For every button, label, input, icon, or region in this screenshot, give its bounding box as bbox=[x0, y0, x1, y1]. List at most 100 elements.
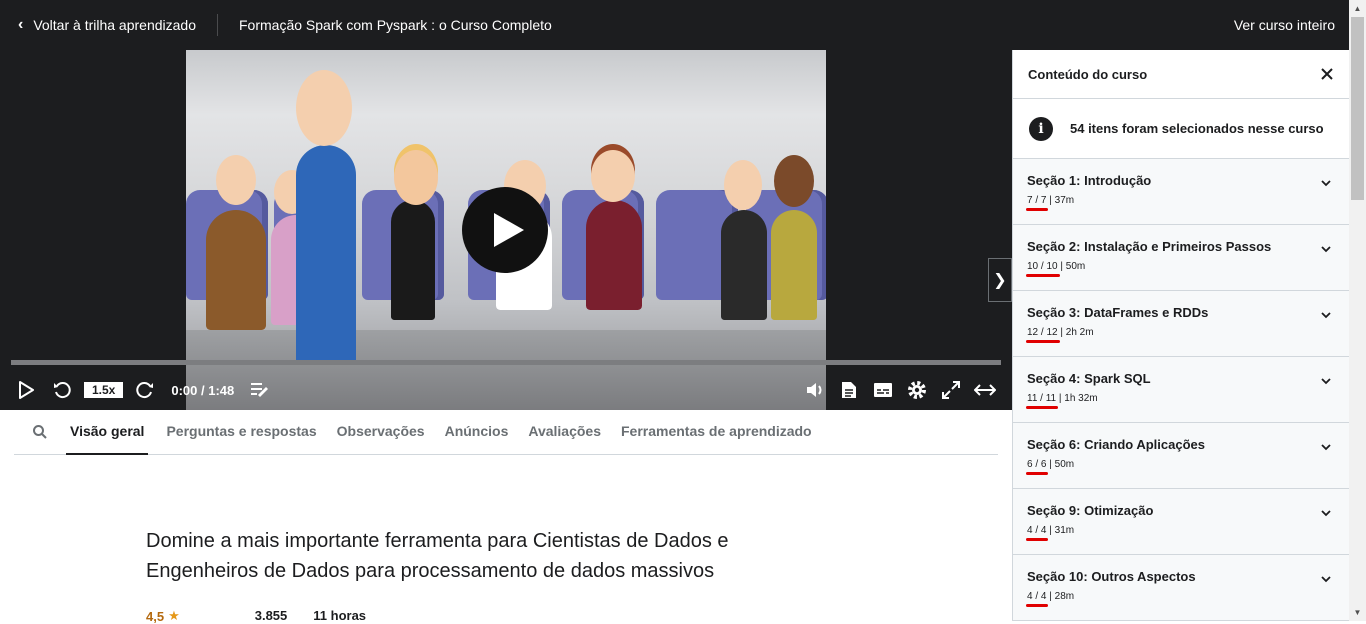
section-progress: 7 / 7 bbox=[1025, 195, 1049, 211]
course-stats: 4,5 ★ 3.855 11 horas bbox=[146, 608, 546, 624]
expand-horizontal-icon bbox=[974, 384, 996, 396]
star-icon: ★ bbox=[168, 608, 180, 623]
section-meta: 10 / 10 | 50m bbox=[1026, 261, 1335, 277]
sidebar-title: Conteúdo do curso bbox=[1028, 66, 1148, 82]
chevron-left-icon: ‹ bbox=[18, 16, 24, 33]
tab-learning-tools[interactable]: Ferramentas de aprendizado bbox=[611, 410, 822, 455]
section-duration: | 31m bbox=[1049, 525, 1075, 536]
video-player[interactable]: ❯ 1.5x 0:00 / 1:48 bbox=[0, 50, 1012, 410]
chevron-down-icon bbox=[1321, 506, 1331, 520]
section-title: Seção 4: Spark SQL bbox=[1027, 371, 1151, 386]
captions-button[interactable] bbox=[870, 375, 896, 405]
chevron-down-icon bbox=[1321, 308, 1331, 322]
section-meta: 4 / 4 | 31m bbox=[1025, 525, 1335, 541]
course-rating: 4,5 ★ bbox=[146, 608, 180, 624]
captions-icon bbox=[874, 383, 892, 397]
section-item[interactable]: Seção 2: Instalação e Primeiros Passos 1… bbox=[1013, 225, 1349, 291]
top-bar: ‹ Voltar à trilha aprendizado Formação S… bbox=[0, 0, 1366, 50]
section-item[interactable]: Seção 9: Otimização 4 / 4 | 31m bbox=[1013, 489, 1349, 555]
section-progress: 12 / 12 bbox=[1026, 327, 1060, 343]
section-progress: 11 / 11 bbox=[1025, 393, 1059, 409]
course-duration: 11 horas bbox=[313, 608, 367, 623]
selection-info: i 54 itens foram selecionados nesse curs… bbox=[1013, 99, 1349, 159]
content-tabs: Visão geral Perguntas e respostas Observ… bbox=[14, 410, 998, 455]
selection-info-text: 54 itens foram selecionados nesse curso bbox=[1070, 121, 1324, 136]
close-sidebar-button[interactable] bbox=[1321, 64, 1333, 85]
volume-icon bbox=[807, 383, 822, 397]
gear-icon bbox=[908, 381, 926, 399]
sidebar-header: Conteúdo do curso bbox=[1013, 50, 1349, 99]
playback-time: 0:00 / 1:48 bbox=[171, 382, 235, 398]
section-duration: | 2h 2m bbox=[1060, 327, 1094, 338]
next-lecture-button[interactable]: ❯ bbox=[988, 258, 1012, 302]
chevron-down-icon bbox=[1321, 242, 1331, 256]
section-progress: 6 / 6 bbox=[1025, 459, 1049, 475]
forward-icon bbox=[136, 382, 154, 399]
play-icon bbox=[19, 381, 34, 399]
section-duration: | 50m bbox=[1060, 261, 1086, 272]
section-meta: 6 / 6 | 50m bbox=[1025, 459, 1335, 475]
section-item[interactable]: Seção 3: DataFrames e RDDs 12 / 12 | 2h … bbox=[1013, 291, 1349, 357]
section-meta: 12 / 12 | 2h 2m bbox=[1026, 327, 1335, 343]
section-title: Seção 3: DataFrames e RDDs bbox=[1027, 305, 1209, 320]
chevron-down-icon bbox=[1321, 572, 1331, 586]
play-overlay-button[interactable] bbox=[462, 187, 548, 273]
section-title: Seção 10: Outros Aspectos bbox=[1027, 569, 1196, 584]
section-progress: 10 / 10 bbox=[1026, 261, 1060, 277]
scroll-down-arrow-icon[interactable]: ▼ bbox=[1349, 604, 1366, 621]
video-progress-bar[interactable] bbox=[11, 360, 1001, 365]
expand-view-button[interactable] bbox=[972, 375, 998, 405]
section-meta: 7 / 7 | 37m bbox=[1025, 195, 1335, 211]
section-item[interactable]: Seção 10: Outros Aspectos 4 / 4 | 28m bbox=[1013, 555, 1349, 621]
section-duration: | 50m bbox=[1049, 459, 1075, 470]
section-item[interactable]: Seção 6: Criando Aplicações 6 / 6 | 50m bbox=[1013, 423, 1349, 489]
play-button[interactable] bbox=[16, 375, 36, 405]
search-tab[interactable] bbox=[26, 424, 54, 440]
rewind-5s-button[interactable] bbox=[50, 375, 74, 405]
chevron-down-icon bbox=[1321, 374, 1331, 388]
chevron-down-icon bbox=[1321, 176, 1331, 190]
fullscreen-icon bbox=[942, 381, 960, 399]
scroll-up-arrow-icon[interactable]: ▲ bbox=[1349, 0, 1366, 17]
tab-notes[interactable]: Observações bbox=[327, 410, 435, 455]
section-duration: | 1h 32m bbox=[1058, 393, 1098, 404]
rewind-icon bbox=[54, 382, 71, 399]
chevron-down-icon bbox=[1321, 440, 1331, 454]
section-duration: | 37m bbox=[1049, 195, 1075, 206]
section-meta: 11 / 11 | 1h 32m bbox=[1025, 393, 1335, 409]
tab-announcements[interactable]: Anúncios bbox=[435, 410, 519, 455]
rating-value: 4,5 bbox=[146, 608, 165, 624]
transcript-icon bbox=[842, 382, 856, 398]
course-title: Formação Spark com Pyspark : o Curso Com… bbox=[239, 17, 552, 33]
back-label: Voltar à trilha aprendizado bbox=[33, 17, 196, 33]
scrollbar-thumb[interactable] bbox=[1351, 17, 1364, 200]
search-icon bbox=[33, 425, 47, 439]
tab-overview[interactable]: Visão geral bbox=[66, 410, 149, 455]
player-controls: 1.5x 0:00 / 1:48 bbox=[0, 370, 1012, 410]
view-full-course-link[interactable]: Ver curso inteiro bbox=[1234, 17, 1335, 33]
forward-5s-button[interactable] bbox=[133, 375, 157, 405]
page-scrollbar[interactable]: ▲ ▼ bbox=[1349, 0, 1366, 621]
section-item[interactable]: Seção 4: Spark SQL 11 / 11 | 1h 32m bbox=[1013, 357, 1349, 423]
tab-reviews[interactable]: Avaliações bbox=[518, 410, 611, 455]
section-title: Seção 1: Introdução bbox=[1027, 173, 1152, 188]
chevron-right-icon: ❯ bbox=[993, 272, 1007, 289]
section-title: Seção 9: Otimização bbox=[1027, 503, 1154, 518]
section-item[interactable]: Seção 1: Introdução 7 / 7 | 37m bbox=[1013, 159, 1349, 225]
section-progress: 4 / 4 bbox=[1025, 525, 1049, 541]
info-icon: i bbox=[1029, 116, 1053, 141]
volume-button[interactable] bbox=[802, 375, 828, 405]
add-note-button[interactable] bbox=[248, 375, 272, 405]
back-to-learning-path-link[interactable]: ‹ Voltar à trilha aprendizado bbox=[0, 0, 196, 50]
tab-questions[interactable]: Perguntas e respostas bbox=[156, 410, 326, 455]
section-title: Seção 2: Instalação e Primeiros Passos bbox=[1027, 239, 1272, 254]
playback-speed-button[interactable]: 1.5x bbox=[84, 382, 124, 398]
course-headline: Domine a mais importante ferramenta para… bbox=[146, 530, 729, 582]
close-icon bbox=[1321, 67, 1333, 80]
section-progress: 4 / 4 bbox=[1025, 591, 1049, 607]
students-count: 3.855 bbox=[254, 608, 288, 623]
section-duration: | 28m bbox=[1049, 591, 1075, 602]
fullscreen-button[interactable] bbox=[938, 375, 964, 405]
transcript-button[interactable] bbox=[836, 375, 862, 405]
settings-button[interactable] bbox=[904, 375, 930, 405]
